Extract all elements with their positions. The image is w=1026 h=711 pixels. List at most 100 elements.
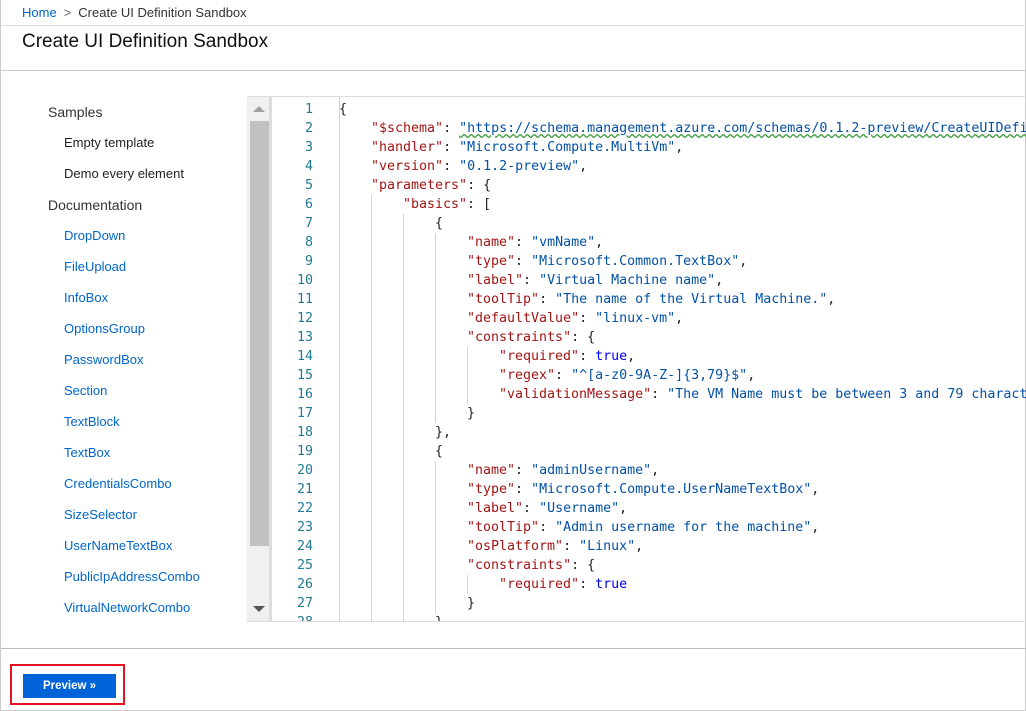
sample-item[interactable]: Empty template xyxy=(48,135,200,166)
indent-guide xyxy=(403,556,404,575)
json-punctuation: , xyxy=(595,235,604,250)
indent-guide xyxy=(403,290,404,309)
doc-link-virtualnetworkcombo[interactable]: VirtualNetworkCombo xyxy=(48,600,200,631)
indent-guide xyxy=(435,271,436,290)
indent-guide xyxy=(371,252,372,271)
code-text: "osPlatform": "Linux", xyxy=(467,537,643,556)
indent-guide xyxy=(435,556,436,575)
json-key: "required" xyxy=(499,577,580,592)
code-text: "basics": [ xyxy=(403,195,491,214)
indent-guide xyxy=(339,442,340,461)
json-key: "$schema" xyxy=(371,121,444,136)
scroll-down-arrow-icon[interactable] xyxy=(253,606,265,612)
indent-guide xyxy=(339,252,340,271)
json-punctuation: { xyxy=(435,216,444,231)
indent-guide xyxy=(403,461,404,480)
preview-button[interactable]: Preview » xyxy=(23,674,116,698)
code-text: "$schema": "https://schema.management.az… xyxy=(371,119,1026,138)
json-punctuation: : xyxy=(555,368,572,383)
indent-guide xyxy=(467,366,468,385)
code-editor[interactable]: 1{2 "$schema": "https://schema.management… xyxy=(247,96,1026,622)
indent-guide xyxy=(467,385,468,404)
indent-guide xyxy=(435,290,436,309)
json-key: "regex" xyxy=(499,368,556,383)
indent-guide xyxy=(435,480,436,499)
json-key: "constraints" xyxy=(467,558,572,573)
code-text: "label": "Virtual Machine name", xyxy=(467,271,723,290)
indent-guide xyxy=(339,556,340,575)
indent-guide xyxy=(371,309,372,328)
json-key: "constraints" xyxy=(467,330,572,345)
json-punctuation: : { xyxy=(571,330,596,345)
json-string: "vmName" xyxy=(531,235,596,250)
code-line: 2 "$schema": "https://schema.management.a… xyxy=(275,119,1026,138)
doc-link-fileupload[interactable]: FileUpload xyxy=(48,259,200,290)
json-punctuation: , xyxy=(811,520,820,535)
code-line: 7{ xyxy=(275,214,1026,233)
json-key: "defaultValue" xyxy=(467,311,580,326)
line-number: 19 xyxy=(296,444,313,459)
line-number: 27 xyxy=(296,596,313,611)
scroll-up-arrow-icon[interactable] xyxy=(253,106,265,112)
indent-guide xyxy=(339,404,340,423)
json-punctuation: : xyxy=(563,539,580,554)
code-line: 27} xyxy=(275,594,1026,613)
doc-link-textbox[interactable]: TextBox xyxy=(48,445,200,476)
indent-guide xyxy=(339,195,340,214)
indent-guide xyxy=(403,271,404,290)
indent-guide xyxy=(339,233,340,252)
doc-link-dropdown[interactable]: DropDown xyxy=(48,228,200,259)
indent-guide xyxy=(435,537,436,556)
doc-link-usernametextbox[interactable]: UserNameTextBox xyxy=(48,538,200,569)
indent-guide xyxy=(339,518,340,537)
doc-link-sizeselector[interactable]: SizeSelector xyxy=(48,507,200,538)
doc-link-publicipaddresscombo[interactable]: PublicIpAddressCombo xyxy=(48,569,200,600)
code-line: 1{ xyxy=(275,100,1026,119)
json-punctuation: , xyxy=(579,159,588,174)
code-area[interactable]: 1{2 "$schema": "https://schema.management… xyxy=(275,97,1026,621)
doc-link-infobox[interactable]: InfoBox xyxy=(48,290,200,321)
indent-guide xyxy=(339,575,340,594)
json-key: "type" xyxy=(467,482,516,497)
json-key: "name" xyxy=(467,463,516,478)
doc-link-section[interactable]: Section xyxy=(48,383,200,414)
sample-item[interactable]: Demo every element xyxy=(48,166,200,197)
code-text: "required": true xyxy=(499,575,627,594)
indent-guide xyxy=(403,309,404,328)
indent-guide xyxy=(403,366,404,385)
scrollbar-thumb[interactable] xyxy=(250,121,269,546)
indent-guide xyxy=(371,442,372,461)
json-key: "type" xyxy=(467,254,516,269)
indent-guide xyxy=(403,575,404,594)
json-string: "The name of the Virtual Machine." xyxy=(555,292,828,307)
json-punctuation: , xyxy=(827,292,836,307)
json-string: "https://schema.management.azure.com/sch… xyxy=(459,121,1026,136)
indent-guide xyxy=(435,233,436,252)
breadcrumb-home-link[interactable]: Home xyxy=(22,5,57,20)
indent-guide xyxy=(339,290,340,309)
line-number: 4 xyxy=(304,159,313,174)
indent-guide xyxy=(403,613,404,621)
indent-guide xyxy=(435,366,436,385)
code-line: 10 "label": "Virtual Machine name", xyxy=(275,271,1026,290)
indent-guide xyxy=(371,594,372,613)
doc-link-optionsgroup[interactable]: OptionsGroup xyxy=(48,321,200,352)
json-string: "linux-vm" xyxy=(595,311,676,326)
line-number: 9 xyxy=(304,254,313,269)
line-number: 1 xyxy=(304,102,313,117)
code-text: "handler": "Microsoft.Compute.MultiVm", xyxy=(371,138,683,157)
indent-guide xyxy=(403,252,404,271)
code-line: 14 "required": true, xyxy=(275,347,1026,366)
indent-guide xyxy=(371,613,372,621)
doc-link-credentialscombo[interactable]: CredentialsCombo xyxy=(48,476,200,507)
indent-guide xyxy=(339,480,340,499)
code-line: 22 "label": "Username", xyxy=(275,499,1026,518)
doc-link-textblock[interactable]: TextBlock xyxy=(48,414,200,445)
indent-guide xyxy=(371,518,372,537)
documentation-heading: Documentation xyxy=(48,197,143,213)
doc-link-passwordbox[interactable]: PasswordBox xyxy=(48,352,200,383)
indent-guide xyxy=(371,461,372,480)
editor-scrollbar[interactable] xyxy=(247,97,272,621)
line-number: 10 xyxy=(296,273,313,288)
header-divider xyxy=(1,70,1026,71)
